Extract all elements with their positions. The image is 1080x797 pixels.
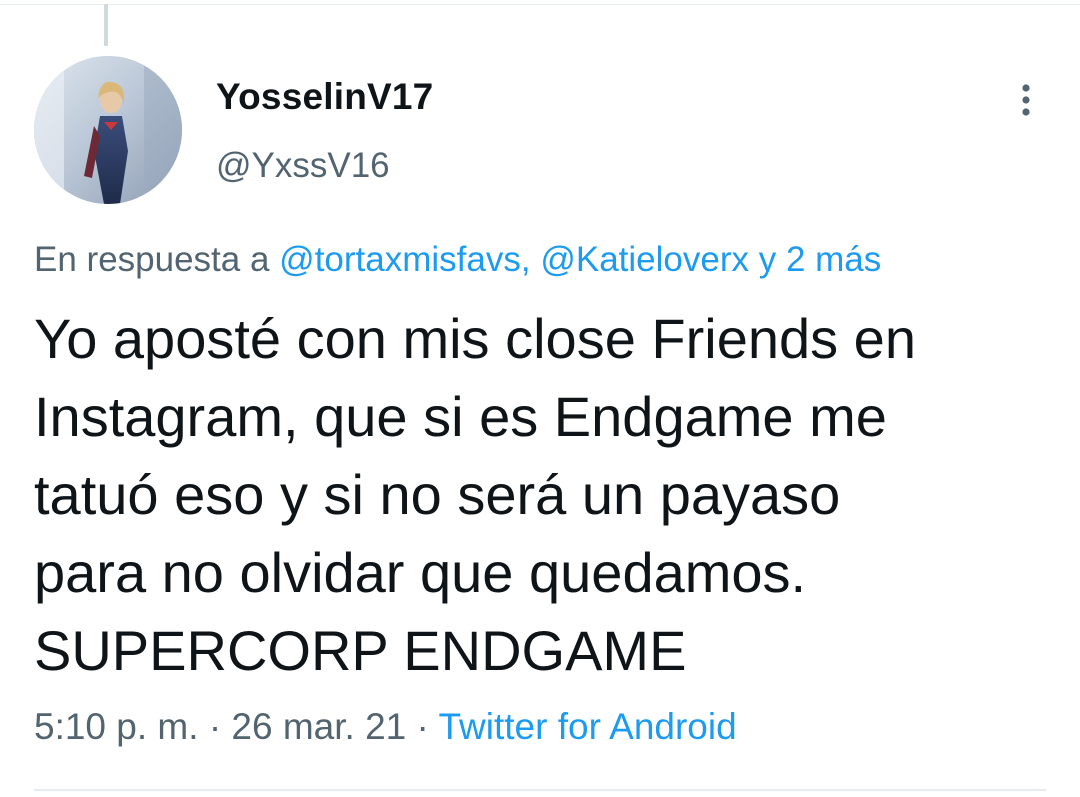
tweet-date[interactable]: 26 mar. 21 xyxy=(231,706,406,747)
tweet-metadata: 5:10 p. m. · 26 mar. 21 · Twitter for An… xyxy=(34,706,737,748)
tweet-source-link[interactable]: Twitter for Android xyxy=(439,706,737,747)
reply-prefix: En respuesta a xyxy=(34,240,270,279)
profile-photo-icon xyxy=(34,56,182,204)
tweet-text-line: Instagram, que si es Endgame me xyxy=(34,385,887,448)
meta-separator: · xyxy=(416,706,429,747)
reply-context: En respuesta a @tortaxmisfavs, @Katielov… xyxy=(34,240,881,280)
reply-mention-separator: , xyxy=(520,240,531,279)
more-options-button[interactable] xyxy=(1012,80,1040,120)
top-divider xyxy=(0,4,1080,5)
tweet-body: Yo aposté con mis close Friends en Insta… xyxy=(34,300,1044,690)
meta-separator: · xyxy=(208,706,222,747)
tweet-text-line: para no olvidar que quedamos. xyxy=(34,541,807,604)
tweet-text-line: SUPERCORP ENDGAME xyxy=(34,619,687,682)
thread-connector-line xyxy=(104,4,108,46)
reply-others-link[interactable]: y 2 más xyxy=(759,240,882,279)
reply-mention-2[interactable]: @Katieloverx xyxy=(540,240,749,279)
author-display-name[interactable]: YosselinV17 xyxy=(216,76,433,118)
tweet-text-line: Yo aposté con mis close Friends en xyxy=(34,307,916,370)
tweet-text-line: tatuó eso y si no será un payaso xyxy=(34,463,841,526)
tweet-time[interactable]: 5:10 p. m. xyxy=(34,706,199,747)
author-handle[interactable]: @YxssV16 xyxy=(216,146,390,186)
bottom-divider xyxy=(34,789,1046,791)
more-vertical-icon xyxy=(1022,84,1030,116)
reply-mention-1[interactable]: @tortaxmisfavs xyxy=(279,240,521,279)
avatar[interactable] xyxy=(34,56,182,204)
